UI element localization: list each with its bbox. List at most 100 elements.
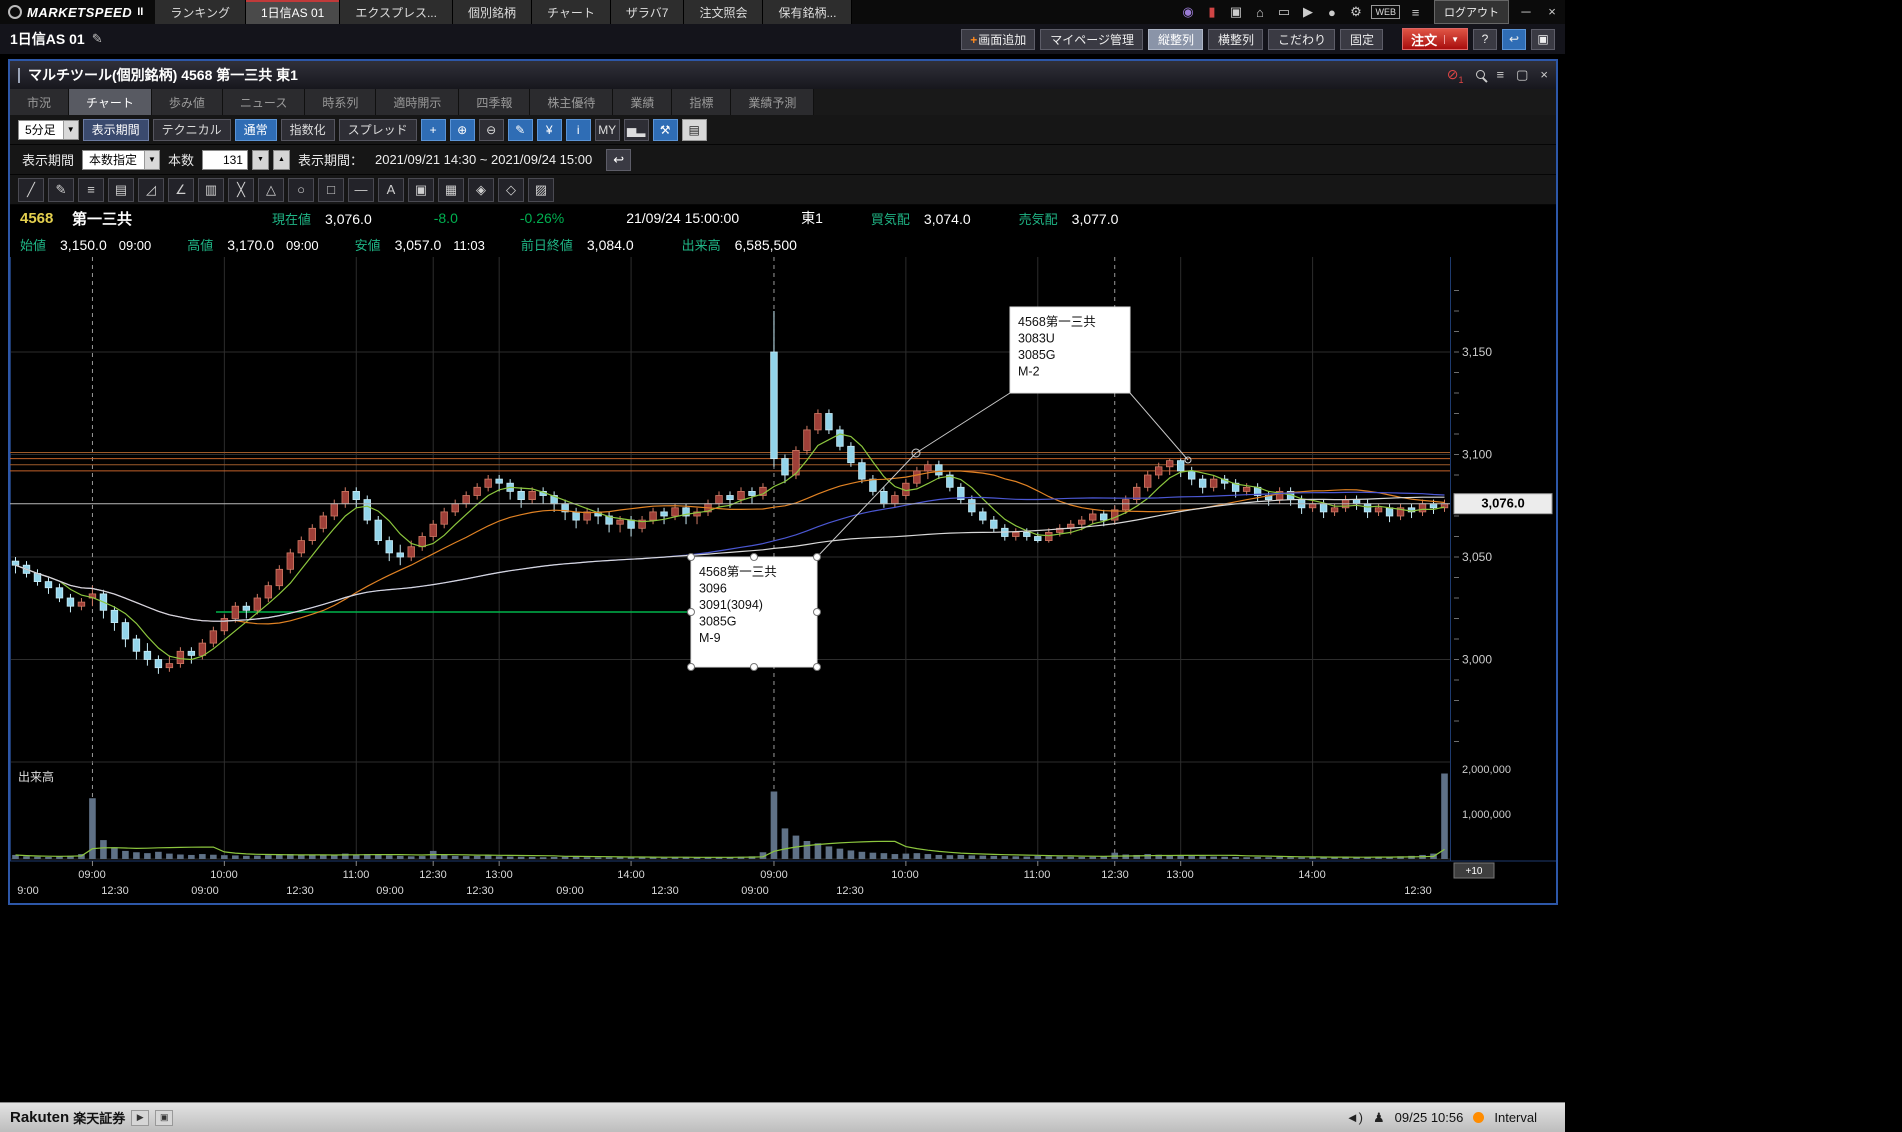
tab-yutai[interactable]: 株主優待 xyxy=(530,89,613,115)
tab-chart[interactable]: チャート xyxy=(69,89,152,115)
chart-area[interactable]: 3,1503,1003,0503,0003,076.02,000,0001,00… xyxy=(10,257,1556,903)
pin-button[interactable]: 固定 xyxy=(1340,29,1383,50)
bell-icon[interactable]: ● xyxy=(1323,4,1340,21)
tool-polygon-icon[interactable]: △ xyxy=(258,178,284,202)
order-button[interactable]: 注文 ▼ xyxy=(1402,28,1468,50)
selection-handle[interactable] xyxy=(751,554,758,561)
tab-disclosure[interactable]: 適時開示 xyxy=(376,89,459,115)
selection-handle[interactable] xyxy=(814,664,821,671)
tab-results[interactable]: 業績 xyxy=(613,89,672,115)
tool-grid-icon[interactable]: ▦ xyxy=(438,178,464,202)
tool-angle-icon[interactable]: ∠ xyxy=(168,178,194,202)
spread-button[interactable]: スプレッド xyxy=(339,119,417,141)
top-tab-individual-stock[interactable]: 個別銘柄 xyxy=(453,0,532,24)
add-pane-button[interactable]: + xyxy=(421,119,446,141)
reset-range-button[interactable]: ↩ xyxy=(606,149,631,171)
display-period-button[interactable]: 表示期間 xyxy=(83,119,149,141)
selection-handle[interactable] xyxy=(751,664,758,671)
tool-cross-icon[interactable]: ╳ xyxy=(228,178,254,202)
tool-freehand-icon[interactable]: ✎ xyxy=(48,178,74,202)
tab-timeseries[interactable]: 時系列 xyxy=(305,89,376,115)
speaker-icon[interactable]: ◄) xyxy=(1346,1110,1363,1125)
play-icon[interactable]: ▶ xyxy=(131,1110,149,1126)
web-badge[interactable]: WEB xyxy=(1371,4,1400,21)
tool-marker-icon[interactable]: ◈ xyxy=(468,178,494,202)
index-mode-button[interactable]: 指数化 xyxy=(281,119,335,141)
tab-market[interactable]: 市況 xyxy=(10,89,69,115)
edit-pencil-icon[interactable]: ✎ xyxy=(92,31,103,47)
price-tool-button[interactable]: ¥ xyxy=(537,119,562,141)
window-layout-button[interactable]: ▣ xyxy=(1531,29,1555,50)
volume-style-button[interactable]: ▅▂ xyxy=(624,119,649,141)
top-tab-1day-as-01[interactable]: 1日信AS 01 xyxy=(246,0,340,24)
selection-handle[interactable] xyxy=(814,609,821,616)
top-tab-chart[interactable]: チャート xyxy=(532,0,611,24)
tool-rectangle-icon[interactable]: □ xyxy=(318,178,344,202)
back-button[interactable]: ↩ xyxy=(1502,29,1526,50)
my-settings-button[interactable]: MY xyxy=(595,119,620,141)
zoom-out-button[interactable]: ⊖ xyxy=(479,119,504,141)
tool-parallel-lines-icon[interactable]: ≡ xyxy=(78,178,104,202)
selection-handle[interactable] xyxy=(688,554,695,561)
count-up-button[interactable]: ▲ xyxy=(273,150,290,170)
panel-icon[interactable]: ▣ xyxy=(155,1110,173,1126)
tool-triangle-icon[interactable]: ◿ xyxy=(138,178,164,202)
tab-indicators[interactable]: 指標 xyxy=(672,89,731,115)
link-off-icon[interactable]: ⊘1 xyxy=(1447,66,1464,85)
horizontal-align-button[interactable]: 横整列 xyxy=(1208,29,1263,50)
settings-gear-icon[interactable]: ⚙ xyxy=(1347,4,1364,21)
search-icon[interactable] xyxy=(1476,67,1485,82)
selection-handle[interactable] xyxy=(688,664,695,671)
media-icon[interactable]: ▶ xyxy=(1299,4,1316,21)
tool-ellipse-icon[interactable]: ○ xyxy=(288,178,314,202)
draw-tool-button[interactable]: ✎ xyxy=(508,119,533,141)
tool-icon-stamp-icon[interactable]: ▣ xyxy=(408,178,434,202)
tool-vertical-lines-icon[interactable]: ▥ xyxy=(198,178,224,202)
tool-trendline-icon[interactable]: ╱ xyxy=(18,178,44,202)
info-button[interactable]: i xyxy=(566,119,591,141)
mypage-manage-button[interactable]: マイページ管理 xyxy=(1040,29,1143,50)
tab-tick[interactable]: 歩み値 xyxy=(152,89,223,115)
add-screen-button[interactable]: +画面追加 xyxy=(961,29,1035,50)
tab-news[interactable]: ニュース xyxy=(223,89,305,115)
window-menu-icon[interactable]: ≡ xyxy=(1497,67,1505,82)
top-tab-holdings[interactable]: 保有銘柄... xyxy=(763,0,852,24)
tool-diamond-icon[interactable]: ◇ xyxy=(498,178,524,202)
community-icon[interactable]: ◉ xyxy=(1179,4,1196,21)
top-tab-express[interactable]: エクスプレス... xyxy=(340,0,453,24)
selection-handle[interactable] xyxy=(688,609,695,616)
tab-forecast[interactable]: 業績予測 xyxy=(731,89,814,115)
period-mode-select[interactable]: 本数指定 ▼ xyxy=(82,150,160,170)
selection-handle[interactable] xyxy=(814,554,821,561)
multi-screen-icon[interactable]: ▭ xyxy=(1275,4,1292,21)
app-minimize-button[interactable]: ─ xyxy=(1513,0,1539,24)
kodawari-button[interactable]: こだわり xyxy=(1268,29,1335,50)
user-icon[interactable]: ♟ xyxy=(1373,1110,1385,1126)
tab-shikiho[interactable]: 四季報 xyxy=(459,89,530,115)
timeframe-select[interactable]: 5分足 ▼ xyxy=(18,120,79,140)
top-tab-ranking[interactable]: ランキング xyxy=(155,0,246,24)
chart-settings-button[interactable]: ⚒ xyxy=(653,119,678,141)
zoom-in-button[interactable]: ⊕ xyxy=(450,119,475,141)
logout-button[interactable]: ログアウト xyxy=(1434,0,1509,24)
window-restore-icon[interactable]: ▢ xyxy=(1516,67,1528,83)
market-info-icon[interactable]: ▮ xyxy=(1203,4,1220,21)
print-button[interactable]: ▤ xyxy=(682,119,707,141)
top-tab-order-inquiry[interactable]: 注文照会 xyxy=(684,0,763,24)
menu-icon[interactable]: ≡ xyxy=(1407,4,1424,21)
window-close-icon[interactable]: × xyxy=(1540,67,1548,82)
app-close-button[interactable]: × xyxy=(1539,0,1565,24)
notice-icon[interactable]: ▣ xyxy=(1227,4,1244,21)
technical-button[interactable]: テクニカル xyxy=(153,119,231,141)
tool-horizontal-line-icon[interactable]: — xyxy=(348,178,374,202)
normal-mode-button[interactable]: 通常 xyxy=(235,119,277,141)
window-title-bar[interactable]: マルチツール(個別銘柄) 4568 第一三共 東1 ⊘1 ≡ ▢ × xyxy=(10,61,1556,89)
vertical-align-button[interactable]: 縦整列 xyxy=(1148,29,1203,50)
tool-fibonacci-icon[interactable]: ▤ xyxy=(108,178,134,202)
tool-text-icon[interactable]: A xyxy=(378,178,404,202)
price-chart[interactable]: 3,1503,1003,0503,0003,076.02,000,0001,00… xyxy=(10,257,1556,903)
bar-count-input[interactable] xyxy=(202,150,248,170)
tool-pattern-icon[interactable]: ▨ xyxy=(528,178,554,202)
home-icon[interactable]: ⌂ xyxy=(1251,4,1268,21)
help-button[interactable]: ? xyxy=(1473,29,1497,50)
